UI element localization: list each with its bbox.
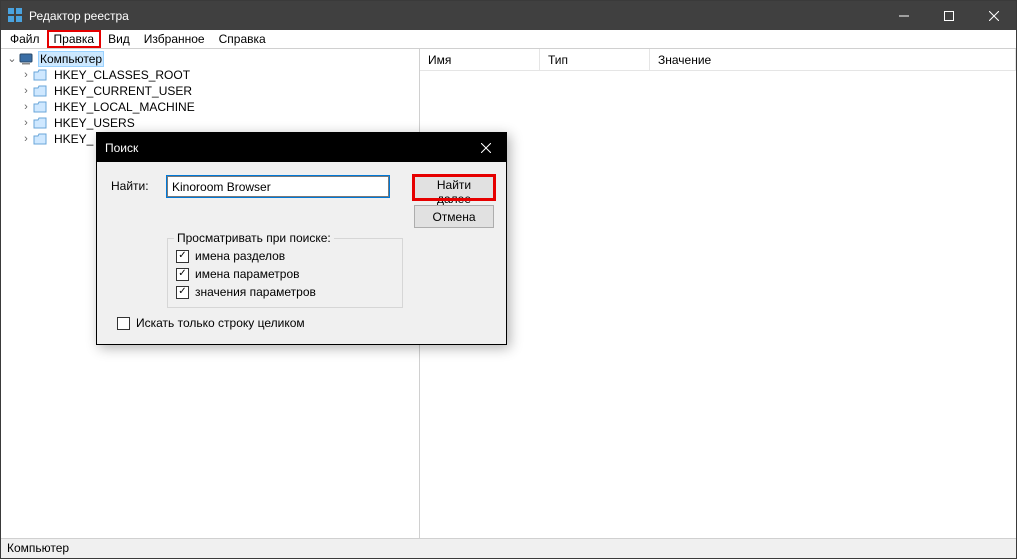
menu-help[interactable]: Справка [212, 30, 273, 48]
chevron-right-icon[interactable]: › [19, 134, 33, 145]
main-window: Редактор реестра Файл Правка Вид Избранн… [0, 0, 1017, 559]
tree-node-hkcu[interactable]: › HKEY_CURRENT_USER [1, 83, 419, 99]
status-path: Компьютер [7, 541, 69, 555]
minimize-button[interactable] [881, 1, 926, 30]
tree-label: Компьютер [38, 51, 104, 67]
tree-node-hklm[interactable]: › HKEY_LOCAL_MACHINE [1, 99, 419, 115]
checkbox-data-label: значения параметров [195, 285, 316, 299]
menu-view[interactable]: Вид [101, 30, 137, 48]
checkbox-data[interactable] [176, 286, 189, 299]
checkbox-keys-label: имена разделов [195, 249, 285, 263]
app-icon [7, 8, 23, 24]
statusbar: Компьютер [1, 538, 1016, 558]
tree-label: HKEY_USERS [52, 116, 137, 130]
chevron-down-icon[interactable]: ⌄ [5, 54, 19, 65]
dialog-titlebar[interactable]: Поиск [97, 133, 506, 162]
chevron-right-icon[interactable]: › [19, 118, 33, 129]
groupbox-legend: Просматривать при поиске: [174, 231, 334, 245]
folder-icon [33, 84, 49, 98]
chevron-right-icon[interactable]: › [19, 86, 33, 97]
window-controls [881, 1, 1016, 30]
checkbox-keys[interactable] [176, 250, 189, 263]
dialog-close-button[interactable] [466, 133, 506, 162]
tree-label: HKEY_LOCAL_MACHINE [52, 100, 197, 114]
find-label: Найти: [111, 176, 157, 193]
list-header: Имя Тип Значение [420, 49, 1016, 71]
list-pane: Имя Тип Значение [420, 49, 1016, 538]
look-at-groupbox: Просматривать при поиске: имена разделов… [167, 238, 403, 308]
menu-favorites[interactable]: Избранное [137, 30, 212, 48]
folder-icon [33, 100, 49, 114]
find-input[interactable] [167, 176, 389, 197]
find-next-button[interactable]: Найти далее [414, 176, 494, 199]
window-title: Редактор реестра [29, 9, 881, 23]
tree-node-hkcr[interactable]: › HKEY_CLASSES_ROOT [1, 67, 419, 83]
tree-label: HKEY_CURRENT_USER [52, 84, 194, 98]
list-body[interactable] [420, 71, 1016, 538]
column-value[interactable]: Значение [650, 49, 1016, 70]
tree-node-hku[interactable]: › HKEY_USERS [1, 115, 419, 131]
checkbox-value-names-label: имена параметров [195, 267, 300, 281]
folder-icon [33, 116, 49, 130]
folder-icon [33, 68, 49, 82]
tree-root-computer[interactable]: ⌄ Компьютер [1, 51, 419, 67]
checkbox-value-names[interactable] [176, 268, 189, 281]
menubar: Файл Правка Вид Избранное Справка [1, 30, 1016, 49]
tree-label: HKEY_CLASSES_ROOT [52, 68, 192, 82]
maximize-button[interactable] [926, 1, 971, 30]
checkbox-whole-string-label: Искать только строку целиком [136, 316, 305, 330]
menu-edit[interactable]: Правка [47, 30, 102, 48]
computer-icon [19, 52, 35, 66]
chevron-right-icon[interactable]: › [19, 70, 33, 81]
column-type[interactable]: Тип [540, 49, 650, 70]
titlebar: Редактор реестра [1, 1, 1016, 30]
dialog-body: Найти: Найти далее Отмена Просматривать … [97, 162, 506, 344]
tree-label: HKEY_ [52, 132, 95, 146]
cancel-button[interactable]: Отмена [414, 205, 494, 228]
column-name[interactable]: Имя [420, 49, 540, 70]
menu-file[interactable]: Файл [3, 30, 47, 48]
close-button[interactable] [971, 1, 1016, 30]
find-dialog: Поиск Найти: Найти далее Отмена Просматр… [96, 132, 507, 345]
checkbox-whole-string[interactable] [117, 317, 130, 330]
chevron-right-icon[interactable]: › [19, 102, 33, 113]
folder-icon [33, 132, 49, 146]
dialog-title: Поиск [105, 141, 466, 155]
